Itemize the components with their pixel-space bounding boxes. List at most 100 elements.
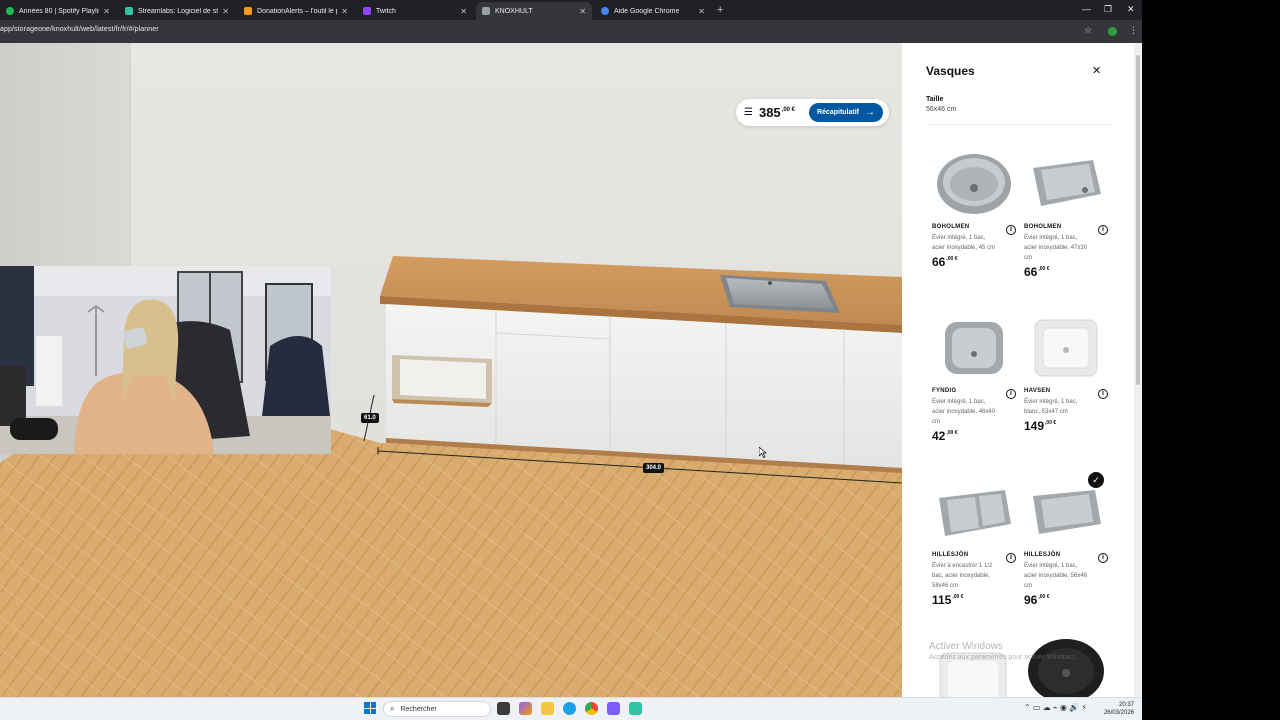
spotify-icon — [6, 7, 14, 15]
watermark-title: Activer Windows — [929, 641, 1003, 652]
restore-icon[interactable]: ❐ — [1104, 4, 1112, 15]
price-main: 96 — [1024, 593, 1038, 607]
copilot-icon[interactable] — [519, 702, 532, 715]
price-main: 115 — [932, 593, 952, 607]
tab-title: KNOXHULT — [495, 7, 533, 15]
product-description: Évier intégré, 1 bac, acier inoxydable, … — [932, 399, 996, 425]
close-tab-icon[interactable]: ✕ — [698, 7, 705, 16]
product-card[interactable]: BOHOLMEN Évier intégré, 1 bac, acier ino… — [932, 146, 1016, 269]
info-icon[interactable]: i — [1098, 225, 1108, 235]
list-icon[interactable]: ☰ — [744, 107, 753, 118]
product-price: 66,00 € — [1024, 265, 1108, 279]
streamlabs-icon — [125, 7, 133, 15]
file-explorer-icon[interactable] — [541, 702, 554, 715]
screen: Années 80 | Spotify Playlist ✕ Streamlab… — [0, 0, 1142, 720]
close-tab-icon[interactable]: ✕ — [222, 7, 229, 16]
product-price: 115,00 € — [932, 593, 1016, 607]
browser-toolbar: app/storageone/knoxhult/web/latest/fr/fr… — [0, 20, 1142, 43]
round-sink-icon — [932, 146, 1016, 220]
streamlabs-icon[interactable] — [629, 702, 642, 715]
clock[interactable]: 20:37 26/03/2026 — [1100, 701, 1134, 717]
clock-date: 26/03/2026 — [1103, 710, 1134, 716]
product-name: HILLESJÖN — [1024, 552, 1061, 558]
height-dimension-label: 61.0 — [361, 413, 379, 423]
selected-check-icon: ✓ — [1088, 472, 1104, 488]
new-tab-icon[interactable]: + — [717, 4, 723, 16]
price-cents: ,00 € — [946, 256, 958, 262]
minimize-icon[interactable]: — — [1082, 4, 1091, 14]
tab-title: Twitch — [376, 7, 396, 15]
menu-dots-icon[interactable]: ⋮ — [1129, 25, 1138, 36]
info-icon[interactable]: i — [1098, 553, 1108, 563]
product-description: Évier intégré, 1 bac, acier inoxydable, … — [1024, 563, 1088, 589]
product-price: 42,00 € — [932, 429, 1016, 443]
product-description: Évier intégré, 1 bac, acier inoxydable, … — [932, 235, 996, 251]
tab-streamlabs[interactable]: Streamlabs: Logiciel de stream ✕ — [119, 2, 235, 20]
discord-icon[interactable] — [607, 702, 620, 715]
bookmark-star-icon[interactable]: ☆ — [1084, 25, 1092, 36]
info-icon[interactable]: i — [1098, 389, 1108, 399]
product-card[interactable]: FYNDIG Évier intégré, 1 bac, acier inoxy… — [932, 310, 1016, 443]
close-tab-icon[interactable]: ✕ — [579, 7, 586, 16]
taskbar-search[interactable]: ⌕ Rechercher — [383, 701, 491, 717]
search-icon: ⌕ — [390, 704, 395, 713]
size-value: 56x46 cm — [926, 106, 957, 113]
price-main: 66 — [1024, 265, 1038, 279]
summary-pill: ☰ 385 ,00 € Récapitulatif → — [736, 99, 889, 126]
close-tab-icon[interactable]: ✕ — [460, 7, 467, 16]
tab-spotify[interactable]: Années 80 | Spotify Playlist ✕ — [0, 2, 116, 20]
price-cents: ,00 € — [946, 430, 958, 436]
knoxhult-icon — [482, 7, 490, 15]
info-icon[interactable]: i — [1006, 389, 1016, 399]
price-cents: ,00 € — [952, 594, 964, 600]
tab-knoxhult[interactable]: KNOXHULT ✕ — [476, 2, 592, 20]
product-card[interactable]: HAVSEN Évier intégré, 1 bac, blanc, 53x4… — [1024, 310, 1108, 433]
price-main: 42 — [932, 429, 946, 443]
webcam-overlay — [0, 266, 331, 454]
system-tray[interactable]: ⌃ ▭ ☁ ⌁ ◉ 🔊 ⚡ — [1024, 703, 1087, 712]
product-card[interactable]: HILLESJÖN Évier à encastrer 1 1/2 bac, a… — [932, 474, 1016, 607]
tab-twitch[interactable]: Twitch ✕ — [357, 2, 473, 20]
tab-donationalerts[interactable]: DonationAlerts – l'outil le plus ✕ — [238, 2, 354, 20]
price-cents: ,00 € — [1038, 266, 1050, 272]
ceramic-sink-icon — [1024, 310, 1108, 384]
webcam-feed — [0, 266, 331, 454]
close-tab-icon[interactable]: ✕ — [341, 7, 348, 16]
tab-title: Aide Google Chrome — [614, 7, 680, 15]
task-view-icon[interactable] — [497, 702, 510, 715]
search-placeholder: Rechercher — [400, 705, 437, 713]
close-icon[interactable]: ✕ — [1092, 64, 1101, 77]
profile-avatar[interactable] — [1108, 27, 1117, 36]
chrome-icon[interactable] — [585, 702, 598, 715]
scrollbar-thumb[interactable] — [1136, 55, 1140, 385]
price-cents: ,00 € — [1038, 594, 1050, 600]
info-icon[interactable]: i — [1006, 553, 1016, 563]
product-description: Évier intégré, 1 bac, acier inoxydable, … — [1024, 235, 1088, 261]
price-main: 149 — [1024, 419, 1045, 433]
summary-button[interactable]: Récapitulatif → — [808, 103, 883, 122]
width-dimension-label: 304.0 — [643, 463, 665, 473]
arrow-right-icon: → — [865, 107, 875, 118]
product-description: Évier à encastrer 1 1/2 bac, acier inoxy… — [932, 563, 993, 589]
close-window-icon[interactable]: ✕ — [1127, 4, 1135, 15]
product-name: BOHOLMEN — [932, 224, 970, 230]
divider — [926, 124, 1110, 125]
tab-chrome-help[interactable]: Aide Google Chrome ✕ — [595, 2, 711, 20]
price-main: 66 — [932, 255, 946, 269]
edge-icon[interactable] — [563, 702, 576, 715]
price-cents: ,00 € — [1045, 420, 1057, 426]
donationalerts-icon — [244, 7, 252, 15]
browser-tab-strip: Années 80 | Spotify Playlist ✕ Streamlab… — [0, 0, 1142, 20]
info-icon[interactable]: i — [1006, 225, 1016, 235]
product-card-selected[interactable]: HILLESJÖN Évier intégré, 1 bac, acier in… — [1024, 474, 1108, 607]
address-bar[interactable]: app/storageone/knoxhult/web/latest/fr/fr… — [0, 26, 159, 33]
sinks-panel: Vasques ✕ Taille 56x46 cm BOHOLMEN Évier… — [902, 43, 1134, 697]
product-name: HILLESJÖN — [932, 552, 969, 558]
mouse-cursor-icon — [759, 447, 767, 458]
windows-activation-watermark: Activer Windows Accédez aux paramètres p… — [929, 641, 1077, 661]
close-tab-icon[interactable]: ✕ — [103, 7, 110, 16]
product-card[interactable]: BOHOLMEN Évier intégré, 1 bac, acier ino… — [1024, 146, 1108, 279]
windows-start-icon[interactable] — [364, 702, 376, 714]
panel-scrollbar[interactable] — [1134, 43, 1142, 697]
double-sink-icon — [932, 474, 1016, 548]
